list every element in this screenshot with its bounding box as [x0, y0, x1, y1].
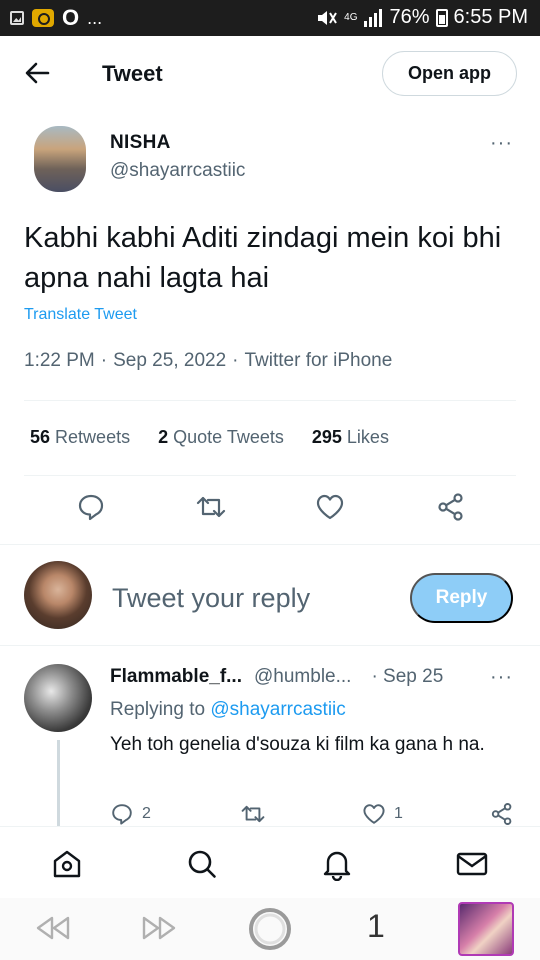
- status-bar: O ... 4G 76% 6:55 PM: [0, 0, 540, 36]
- retweet-icon: [241, 805, 265, 823]
- reply-actions: 2 1: [0, 802, 540, 828]
- reply-button[interactable]: Reply: [410, 573, 513, 623]
- divider: [24, 475, 516, 476]
- mute-icon: [318, 10, 337, 25]
- tweet-text: Kabhi kabhi Aditi zindagi mein koi bhi a…: [24, 222, 502, 294]
- translate-tweet-link[interactable]: Translate Tweet: [24, 306, 137, 324]
- nav-notifications[interactable]: [320, 847, 354, 882]
- retweets-label: Retweets: [55, 427, 131, 447]
- reply-author-name[interactable]: Flammable_f...: [110, 666, 242, 688]
- battery-icon: [435, 8, 448, 27]
- status-left: O ...: [10, 7, 102, 29]
- author-avatar[interactable]: [34, 126, 86, 192]
- like-action[interactable]: [315, 492, 345, 522]
- likes-count: 295: [311, 427, 342, 447]
- page-title: Tweet: [102, 61, 163, 86]
- reply-retweet-action[interactable]: [240, 802, 266, 826]
- fast-forward-icon: [142, 916, 176, 940]
- back-button[interactable]: [24, 61, 50, 85]
- tweet-source[interactable]: Twitter for iPhone: [244, 350, 392, 372]
- browser-home-button[interactable]: [247, 906, 293, 957]
- retweet-action[interactable]: [195, 492, 226, 522]
- reply-like-action[interactable]: 1: [362, 802, 403, 826]
- reply-date[interactable]: · Sep 25: [371, 666, 443, 688]
- battery-percent: 76%: [389, 6, 430, 28]
- quotes-count: 2: [158, 427, 169, 447]
- tweet-date[interactable]: Sep 25, 2022: [113, 350, 226, 372]
- retweets-stat[interactable]: 56 Retweets: [30, 427, 130, 448]
- gallery-notification-icon: [10, 11, 24, 25]
- loading-ring-icon: [249, 908, 291, 950]
- search-icon: [188, 850, 216, 878]
- reply-input[interactable]: Tweet your reply: [112, 583, 310, 614]
- quote-tweets-stat[interactable]: 2 Quote Tweets: [158, 427, 284, 448]
- mail-icon: [456, 852, 488, 876]
- tweet-stats: 56 Retweets 2 Quote Tweets 295 Likes: [30, 427, 389, 448]
- likes-label: Likes: [346, 427, 389, 447]
- replying-to-link[interactable]: @shayarrcastiic: [210, 699, 345, 720]
- app-notification-icon: [32, 9, 54, 27]
- meta-separator: ·: [100, 350, 108, 371]
- arrow-left-icon: [25, 62, 50, 84]
- heart-icon: [316, 494, 344, 520]
- nav-messages[interactable]: [455, 847, 489, 881]
- status-overflow: ...: [87, 7, 103, 28]
- reply-header: Flammable_f... @humble... · Sep 25: [110, 666, 443, 688]
- status-left-text: O: [62, 5, 80, 30]
- reply-reply-count: 2: [142, 805, 151, 822]
- likes-stat[interactable]: 295 Likes: [312, 427, 389, 448]
- reply-icon: [78, 494, 104, 521]
- divider: [24, 400, 516, 401]
- top-header: Tweet Open app: [0, 36, 540, 110]
- more-options-icon[interactable]: ···: [490, 132, 513, 155]
- tweet-actions: [0, 492, 540, 528]
- reply-like-count: 1: [394, 805, 403, 822]
- share-action[interactable]: [436, 492, 466, 522]
- tweet-time[interactable]: 1:22 PM: [24, 350, 95, 372]
- nav-home[interactable]: [50, 847, 84, 881]
- browser-forward-button[interactable]: [140, 910, 180, 951]
- retweets-count: 56: [30, 427, 51, 447]
- home-icon: [53, 850, 81, 878]
- reply-action[interactable]: [76, 492, 106, 522]
- author-handle[interactable]: @shayarrcastiic: [110, 160, 245, 182]
- share-icon: [491, 803, 512, 825]
- profile-thumbnail[interactable]: [458, 902, 514, 956]
- bottom-nav: [0, 826, 540, 898]
- open-app-button[interactable]: Open app: [382, 51, 517, 96]
- reply-author-handle[interactable]: @humble...: [254, 666, 351, 688]
- bell-icon: [323, 851, 351, 882]
- clock: 6:55 PM: [453, 6, 528, 28]
- reply-share-action[interactable]: [490, 802, 514, 826]
- signal-icon: [364, 8, 383, 27]
- reply-reply-action[interactable]: 2: [110, 802, 151, 826]
- nav-search[interactable]: [185, 847, 219, 881]
- tweet-meta: 1:22 PM · Sep 25, 2022 · Twitter for iPh…: [24, 350, 392, 372]
- tabs-count[interactable]: 1: [367, 908, 385, 945]
- author-name[interactable]: NISHA: [110, 132, 171, 154]
- replying-to: Replying to @shayarrcastiic: [110, 699, 346, 721]
- heart-icon: [363, 804, 385, 824]
- current-user-avatar[interactable]: [24, 561, 92, 629]
- browser-back-button[interactable]: [32, 910, 72, 951]
- share-icon: [438, 493, 463, 521]
- reply-composer: Tweet your reply Reply: [0, 544, 540, 646]
- quotes-label: Quote Tweets: [173, 427, 284, 447]
- browser-toolbar: 1: [0, 898, 540, 960]
- status-right: 4G 76% 6:55 PM: [316, 6, 528, 29]
- reply-icon: [112, 804, 132, 825]
- retweet-icon: [196, 496, 226, 518]
- meta-separator: ·: [232, 350, 239, 371]
- network-type: 4G: [344, 11, 358, 23]
- reply-text: Yeh toh genelia d'souza ki film ka gana …: [110, 734, 485, 755]
- reply-author-avatar[interactable]: [24, 664, 92, 732]
- rewind-icon: [36, 916, 70, 940]
- reply-more-options-icon[interactable]: ···: [490, 666, 513, 689]
- replying-prefix: Replying to: [110, 699, 206, 720]
